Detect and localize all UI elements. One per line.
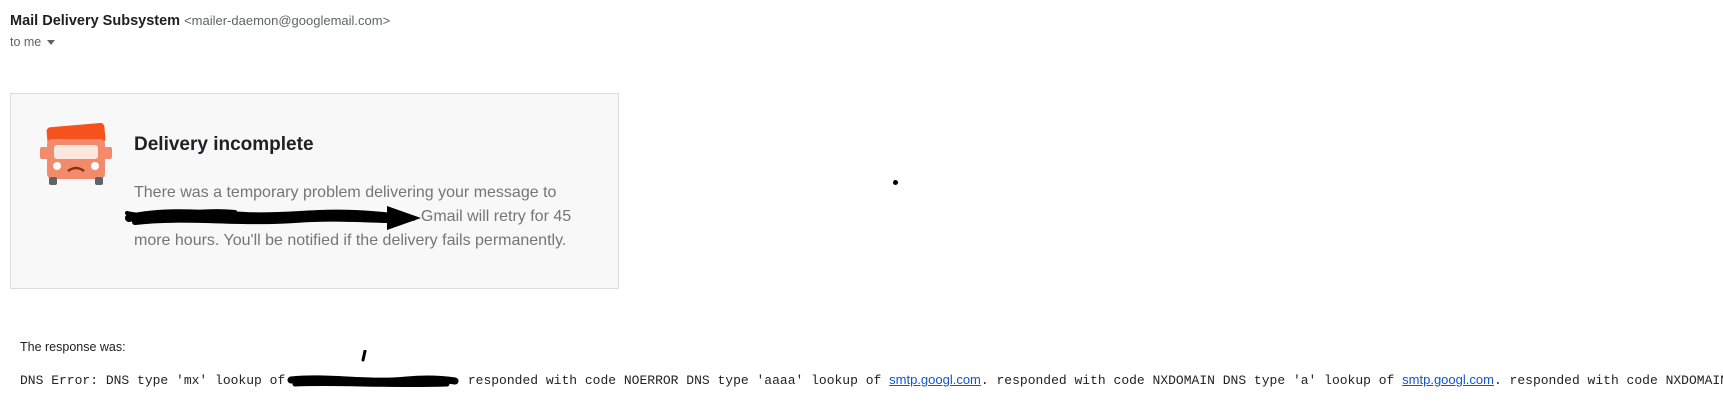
redaction-scribble-dns [287, 375, 459, 388]
redaction-scribble [125, 206, 421, 230]
sender-line: Mail Delivery Subsystem <mailer-daemon@go… [10, 13, 390, 29]
recipient-details-toggle[interactable]: to me [10, 35, 56, 49]
dns-text-4: . responded with code NXDOMAIN [1493, 373, 1723, 388]
delivery-status-card: Delivery incomplete There was a temporar… [10, 93, 619, 289]
dns-error-text: DNS Error: DNS type 'mx' lookup of respo… [20, 372, 1723, 388]
dns-text-2: responded with code NOERROR DNS type 'aa… [460, 373, 890, 388]
message-line-3: more hours. You'll be notified if the de… [134, 232, 567, 249]
smtp-link-2[interactable]: smtp.googl.com [1402, 372, 1494, 387]
dns-text-1: DNS Error: DNS type 'mx' lookup of [20, 373, 294, 388]
response-label: The response was: [20, 340, 126, 354]
card-title: Delivery incomplete [134, 134, 314, 155]
sender-email: <mailer-daemon@googlemail.com> [184, 13, 391, 28]
delivery-truck-sad-icon [40, 122, 112, 185]
retry-text: . Gmail will retry for 45 [412, 208, 572, 225]
recipient-label: to me [10, 35, 42, 49]
stray-dot [893, 180, 898, 185]
chevron-down-icon[interactable] [47, 39, 56, 45]
sender-name[interactable]: Mail Delivery Subsystem [10, 13, 180, 29]
redaction-mark [361, 350, 367, 362]
smtp-link-1[interactable]: smtp.googl.com [889, 372, 981, 387]
dns-text-3: . responded with code NXDOMAIN DNS type … [980, 373, 1403, 388]
message-line-1: There was a temporary problem delivering… [134, 184, 557, 201]
email-view: Mail Delivery Subsystem <mailer-daemon@go… [0, 0, 1723, 419]
